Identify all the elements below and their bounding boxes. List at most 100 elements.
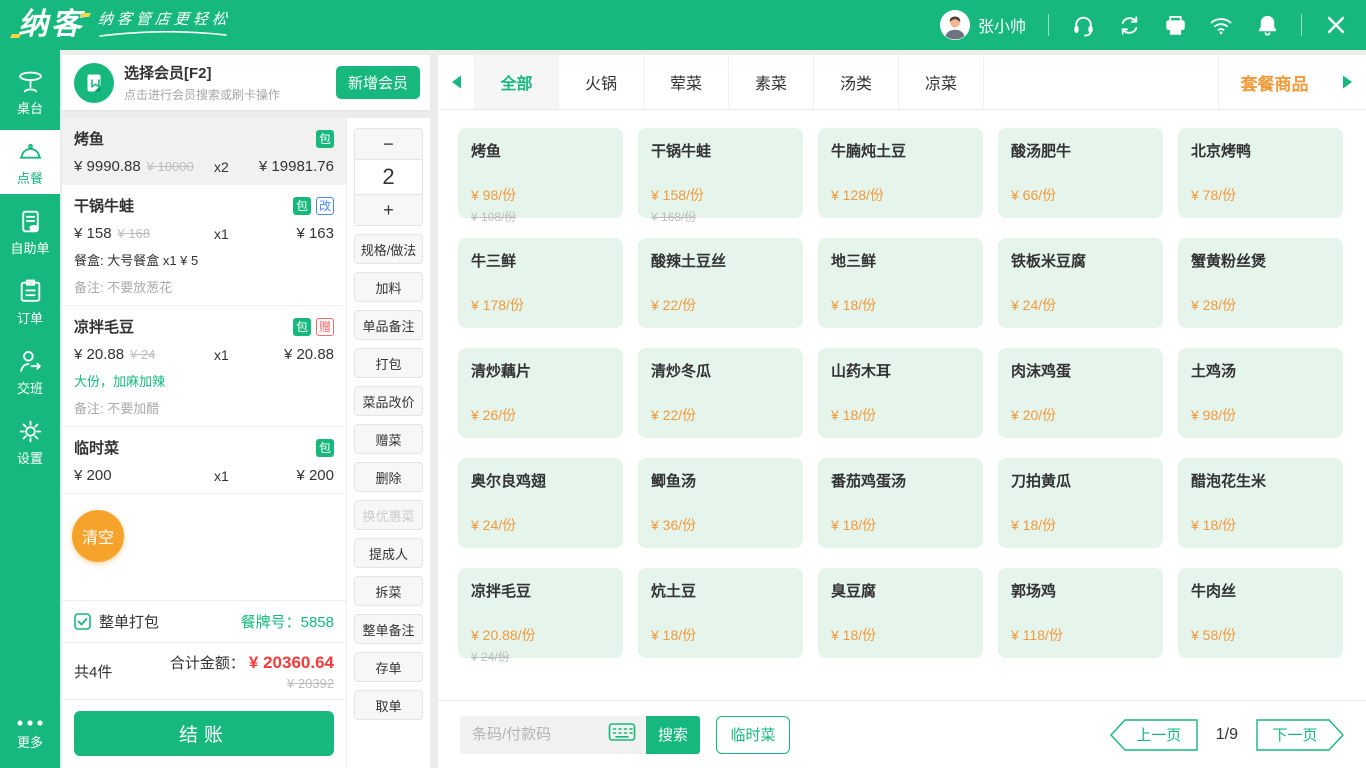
wifi-icon[interactable] xyxy=(1209,13,1233,37)
menu-card[interactable]: 烤鱼¥ 98/份¥ 108/份 xyxy=(458,128,623,218)
bell-icon[interactable] xyxy=(1255,13,1279,37)
add-ingredient-button[interactable]: 加料 xyxy=(354,272,423,302)
split-dish-button[interactable]: 拆菜 xyxy=(354,576,423,606)
tab-cold-dish[interactable]: 凉菜 xyxy=(899,55,984,109)
close-icon[interactable] xyxy=(1324,13,1348,37)
menu-card[interactable]: 北京烤鸭¥ 78/份 xyxy=(1178,128,1343,218)
tab-vegetable[interactable]: 素菜 xyxy=(729,55,814,109)
menu-card[interactable]: 郭场鸡¥ 118/份 xyxy=(998,568,1163,658)
menu-card[interactable]: 牛三鲜¥ 178/份 xyxy=(458,238,623,328)
customer-service-icon[interactable] xyxy=(1071,13,1095,37)
items-count: 共4件 xyxy=(74,661,112,682)
menu-dish-price: ¥ 66/份 xyxy=(1011,185,1056,205)
sidebar-item-orders[interactable]: 订单 xyxy=(0,270,60,334)
sidebar-item-tables[interactable]: 桌台 xyxy=(0,60,60,124)
menu-card[interactable]: 肉沫鸡蛋¥ 20/份 xyxy=(998,348,1163,438)
more-dots-icon xyxy=(16,719,44,727)
checkout-button[interactable]: 结账 xyxy=(74,711,334,756)
tab-combo[interactable]: 套餐商品 xyxy=(1218,55,1330,109)
member-header[interactable]: 选择会员[F2] 点击进行会员搜索或刷卡操作 新增会员 xyxy=(62,55,430,110)
tab-soup[interactable]: 汤类 xyxy=(814,55,899,109)
sidebar-item-shift[interactable]: 交班 xyxy=(0,340,60,404)
item-note-button[interactable]: 单品备注 xyxy=(354,310,423,340)
add-member-button[interactable]: 新增会员 xyxy=(336,66,420,99)
search-button[interactable]: 搜索 xyxy=(646,716,700,754)
gift-badge: 赠 xyxy=(316,318,334,336)
menu-dish-price: ¥ 178/份 xyxy=(471,295,524,315)
checkout-area: 结账 xyxy=(62,699,346,768)
temp-dish-button[interactable]: 临时菜 xyxy=(716,716,790,754)
tab-hotpot[interactable]: 火锅 xyxy=(559,55,644,109)
menu-card[interactable]: 炕土豆¥ 18/份 xyxy=(638,568,803,658)
category-prev-icon[interactable] xyxy=(438,55,474,109)
dish-qty: x2 xyxy=(214,159,256,175)
menu-dish-name: 牛腩炖土豆 xyxy=(831,140,970,161)
sync-icon[interactable] xyxy=(1117,13,1141,37)
menu-dish-price: ¥ 18/份 xyxy=(651,625,696,645)
menu-dish-name: 铁板米豆腐 xyxy=(1011,250,1150,271)
retrieve-order-button[interactable]: 取单 xyxy=(354,690,423,720)
member-card-icon xyxy=(74,63,114,103)
qty-minus-button[interactable]: − xyxy=(355,129,422,159)
menu-card[interactable]: 地三鲜¥ 18/份 xyxy=(818,238,983,328)
sidebar-item-more[interactable]: 更多 xyxy=(0,702,60,768)
menu-dish-price: ¥ 18/份 xyxy=(1191,515,1236,535)
menu-card[interactable]: 醋泡花生米¥ 18/份 xyxy=(1178,458,1343,548)
dish-orig-price: ¥ 10000 xyxy=(147,159,194,174)
save-order-button[interactable]: 存单 xyxy=(354,652,423,682)
menu-card[interactable]: 酸汤肥牛¥ 66/份 xyxy=(998,128,1163,218)
pack-button[interactable]: 打包 xyxy=(354,348,423,378)
menu-card[interactable]: 臭豆腐¥ 18/份 xyxy=(818,568,983,658)
delete-button[interactable]: 删除 xyxy=(354,462,423,492)
menu-card[interactable]: 山药木耳¥ 18/份 xyxy=(818,348,983,438)
clear-order-button[interactable]: 清空 xyxy=(72,510,124,562)
pack-all-checkbox[interactable] xyxy=(74,613,91,630)
user-info[interactable]: 张小帅 xyxy=(940,10,1026,40)
menu-card[interactable]: 土鸡汤¥ 98/份 xyxy=(1178,348,1343,438)
next-page-button[interactable]: 下一页 xyxy=(1256,719,1344,751)
menu-dish-name: 清炒冬瓜 xyxy=(651,360,790,381)
order-item[interactable]: 凉拌毛豆 包 赠 ¥ 20.88¥ 24 x1 ¥ 20.88 大份，加麻加辣 … xyxy=(62,306,346,427)
menu-card[interactable]: 牛腩炖土豆¥ 128/份 xyxy=(818,128,983,218)
menu-card[interactable]: 凉拌毛豆¥ 20.88/份¥ 24/份 xyxy=(458,568,623,658)
menu-dish-price: ¥ 18/份 xyxy=(831,625,876,645)
table-icon xyxy=(17,68,44,95)
gift-dish-button[interactable]: 赠菜 xyxy=(354,424,423,454)
dish-price: ¥ 20.88 xyxy=(74,346,124,363)
pack-badge: 包 xyxy=(316,439,334,457)
menu-card[interactable]: 刀拍黄瓜¥ 18/份 xyxy=(998,458,1163,548)
tab-all[interactable]: 全部 xyxy=(474,55,559,109)
spec-note: 大份，加麻加辣 xyxy=(74,371,334,390)
menu-card[interactable]: 清炒冬瓜¥ 22/份 xyxy=(638,348,803,438)
printer-icon[interactable] xyxy=(1163,13,1187,37)
spec-method-button[interactable]: 规格/做法 xyxy=(354,234,423,264)
change-price-button[interactable]: 菜品改价 xyxy=(354,386,423,416)
category-next-icon[interactable] xyxy=(1330,55,1366,109)
commission-button[interactable]: 提成人 xyxy=(354,538,423,568)
order-item[interactable]: 烤鱼 包 ¥ 9990.88¥ 10000 x2 ¥ 19981.76 xyxy=(62,118,346,185)
sidebar-item-label: 点餐 xyxy=(17,168,43,187)
menu-card[interactable]: 清炒藕片¥ 26/份 xyxy=(458,348,623,438)
sidebar-item-self-order[interactable]: 自助单 xyxy=(0,200,60,264)
menu-card[interactable]: 铁板米豆腐¥ 24/份 xyxy=(998,238,1163,328)
menu-card[interactable]: 番茄鸡蛋汤¥ 18/份 xyxy=(818,458,983,548)
order-item[interactable]: 干锅牛蛙 包 改 ¥ 158¥ 168 x1 ¥ 163 餐盒: 大号餐盒 x1… xyxy=(62,185,346,306)
menu-card[interactable]: 奥尔良鸡翅¥ 24/份 xyxy=(458,458,623,548)
menu-card[interactable]: 蟹黄粉丝煲¥ 28/份 xyxy=(1178,238,1343,328)
qty-plus-button[interactable]: + xyxy=(355,195,422,225)
barcode-input[interactable] xyxy=(472,726,608,743)
menu-card[interactable]: 酸辣土豆丝¥ 22/份 xyxy=(638,238,803,328)
sidebar-item-order-dishes[interactable]: 点餐 xyxy=(0,130,60,194)
menu-dish-name: 清炒藕片 xyxy=(471,360,610,381)
order-item[interactable]: 临时菜 包 ¥ 200 x1 ¥ 200 xyxy=(62,427,346,494)
tab-meat[interactable]: 荤菜 xyxy=(644,55,729,109)
sidebar-item-settings[interactable]: 设置 xyxy=(0,410,60,474)
menu-card[interactable]: 干锅牛蛙¥ 158/份¥ 168/份 xyxy=(638,128,803,218)
menu-card[interactable]: 鲫鱼汤¥ 36/份 xyxy=(638,458,803,548)
order-note-button[interactable]: 整单备注 xyxy=(354,614,423,644)
menu-card[interactable]: 牛肉丝¥ 58/份 xyxy=(1178,568,1343,658)
menu-dish-price: ¥ 20/份 xyxy=(1011,405,1056,425)
prev-page-button[interactable]: 上一页 xyxy=(1110,719,1198,751)
keyboard-icon[interactable] xyxy=(608,722,636,747)
menu-dish-name: 酸辣土豆丝 xyxy=(651,250,790,271)
